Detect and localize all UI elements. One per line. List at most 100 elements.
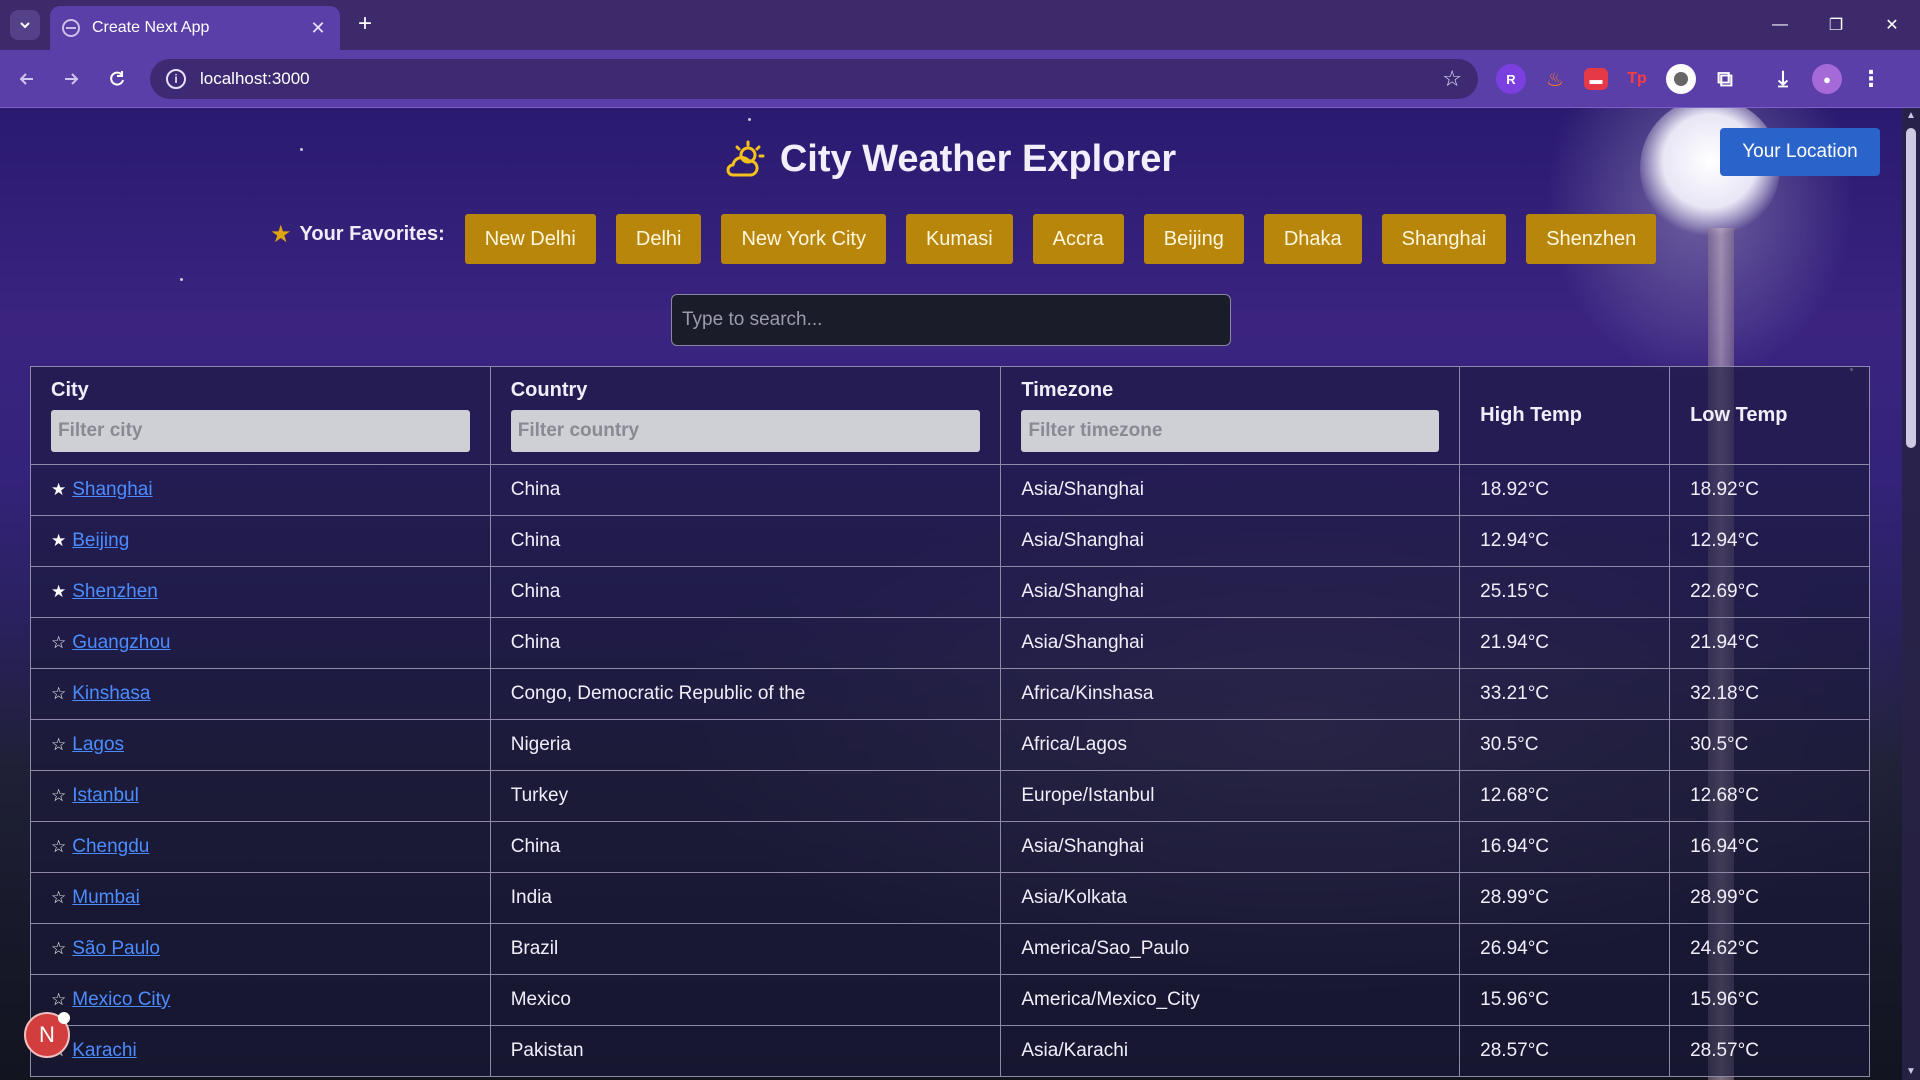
cell-low-temp: 18.92°C <box>1669 464 1870 516</box>
header-timezone: Timezone <box>1000 366 1461 465</box>
favorite-toggle-icon[interactable]: ★ <box>51 480 66 499</box>
header-country: Country <box>489 366 1002 465</box>
app-header: City Weather Explorer <box>0 138 1900 186</box>
extension-r-icon[interactable]: R <box>1496 64 1526 94</box>
cell-city: ☆ Mumbai <box>30 872 491 924</box>
scroll-up-icon[interactable]: ▲ <box>1905 110 1917 122</box>
table-row: ☆ Lagos Nigeria Africa/Lagos 30.5°C 30.5°C <box>30 719 1870 771</box>
cell-timezone: Africa/Lagos <box>1000 719 1461 771</box>
city-link[interactable]: Shenzhen <box>72 581 158 602</box>
table-row: ★ Shanghai China Asia/Shanghai 18.92°C 18.92°… <box>30 464 1870 516</box>
extension-red-icon[interactable]: ▬ <box>1584 68 1608 90</box>
browser-tab[interactable]: Create Next App ✕ <box>50 6 340 50</box>
favorite-button[interactable]: New Delhi <box>464 214 596 264</box>
favorite-toggle-icon[interactable]: ☆ <box>51 888 66 907</box>
favorite-toggle-icon[interactable]: ☆ <box>51 786 66 805</box>
reload-button[interactable] <box>102 64 132 94</box>
favorite-toggle-icon[interactable]: ★ <box>51 582 66 601</box>
your-location-button[interactable]: Your Location <box>1720 128 1880 176</box>
scroll-thumb[interactable] <box>1906 128 1916 448</box>
table-body: ★ Shanghai China Asia/Shanghai 18.92°C 18.92°… <box>30 464 1870 1077</box>
cell-city: ☆ Guangzhou <box>30 617 491 669</box>
cell-timezone: America/Sao_Paulo <box>1000 923 1461 975</box>
page-title: City Weather Explorer <box>724 138 1176 181</box>
forward-button[interactable] <box>56 64 86 94</box>
cell-low-temp: 28.99°C <box>1669 872 1870 924</box>
extension-circle-icon[interactable] <box>1666 64 1696 94</box>
favorite-toggle-icon[interactable]: ☆ <box>51 990 66 1009</box>
filter-country-input[interactable] <box>510 410 981 452</box>
profile-avatar-icon[interactable]: ● <box>1812 64 1842 94</box>
favorite-button[interactable]: Delhi <box>615 214 702 264</box>
cell-high-temp: 21.94°C <box>1459 617 1671 669</box>
favorite-button[interactable]: Shenzhen <box>1526 214 1657 264</box>
header-timezone-label: Timezone <box>1021 379 1114 401</box>
extension-tp-icon[interactable]: Tp <box>1622 64 1652 94</box>
minimize-button[interactable]: — <box>1752 0 1808 50</box>
site-info-icon[interactable]: i <box>166 69 186 89</box>
cell-high-temp: 12.94°C <box>1459 515 1671 567</box>
favorite-button[interactable]: Shanghai <box>1381 214 1507 264</box>
filter-timezone-input[interactable] <box>1021 410 1440 452</box>
city-link[interactable]: Beijing <box>72 530 129 551</box>
city-link[interactable]: Lagos <box>72 734 124 755</box>
cell-city: ★ Beijing <box>30 515 491 567</box>
favorites-bar: ★ Your Favorites: New Delhi Delhi New Yo… <box>270 214 1676 264</box>
cell-country: Pakistan <box>489 1025 1002 1077</box>
page-scrollbar[interactable]: ▲ ▼ <box>1902 108 1920 1080</box>
table-row: ☆ São Paulo Brazil America/Sao_Paulo 26.94°C… <box>30 923 1870 975</box>
favorite-button[interactable]: Beijing <box>1143 214 1244 264</box>
bookmark-star-icon[interactable]: ☆ <box>1442 66 1462 92</box>
favorite-toggle-icon[interactable]: ☆ <box>51 684 66 703</box>
table-header-row: City Country Timezone High Temp Low Temp <box>30 366 1870 465</box>
favorite-toggle-icon[interactable]: ☆ <box>51 837 66 856</box>
header-high-temp[interactable]: High Temp <box>1459 366 1671 465</box>
cell-high-temp: 16.94°C <box>1459 821 1671 873</box>
city-link[interactable]: Mexico City <box>72 989 170 1010</box>
cell-low-temp: 22.69°C <box>1669 566 1870 618</box>
cell-high-temp: 18.92°C <box>1459 464 1671 516</box>
extension-flame-icon[interactable]: ♨ <box>1540 64 1570 94</box>
browser-toolbar: i localhost:3000 ☆ R ♨ ▬ Tp ⧉ ⤓ ● ⋮ <box>0 50 1920 108</box>
city-link[interactable]: Guangzhou <box>72 632 170 653</box>
favorite-toggle-icon[interactable]: ☆ <box>51 939 66 958</box>
cell-city: ☆ Istanbul <box>30 770 491 822</box>
scroll-down-icon[interactable]: ▼ <box>1905 1066 1917 1078</box>
cell-low-temp: 16.94°C <box>1669 821 1870 873</box>
city-link[interactable]: Shanghai <box>72 479 152 500</box>
city-link[interactable]: Mumbai <box>72 887 140 908</box>
new-tab-button[interactable]: + <box>352 12 378 38</box>
favorite-toggle-icon[interactable]: ★ <box>51 531 66 550</box>
city-link[interactable]: Kinshasa <box>72 683 150 704</box>
extensions-puzzle-icon[interactable]: ⧉ <box>1710 64 1740 94</box>
favorite-button[interactable]: Kumasi <box>905 214 1013 264</box>
city-link[interactable]: São Paulo <box>72 938 160 959</box>
favorite-toggle-icon[interactable]: ☆ <box>51 633 66 652</box>
cell-timezone: Asia/Shanghai <box>1000 566 1461 618</box>
city-link[interactable]: Chengdu <box>72 836 149 857</box>
header-low-temp[interactable]: Low Temp <box>1669 366 1870 465</box>
header-city-label: City <box>51 379 89 401</box>
cell-city: ★ Shenzhen <box>30 566 491 618</box>
favorite-button[interactable]: Accra <box>1032 214 1124 264</box>
download-icon[interactable]: ⤓ <box>1768 64 1798 94</box>
restore-button[interactable]: ❐ <box>1808 0 1864 50</box>
search-input[interactable] <box>671 294 1231 346</box>
cell-timezone: Europe/Istanbul <box>1000 770 1461 822</box>
table-row: ★ Beijing China Asia/Shanghai 12.94°C 12.94°C <box>30 515 1870 567</box>
tab-close-icon[interactable]: ✕ <box>308 18 328 39</box>
window-close-button[interactable]: ✕ <box>1864 0 1920 50</box>
url-text[interactable]: localhost:3000 <box>200 69 1442 89</box>
favorite-toggle-icon[interactable]: ☆ <box>51 735 66 754</box>
city-link[interactable]: Istanbul <box>72 785 139 806</box>
favorite-button[interactable]: New York City <box>721 214 886 264</box>
address-bar[interactable]: i localhost:3000 ☆ <box>150 59 1478 99</box>
more-menu-icon[interactable]: ⋮ <box>1856 64 1886 94</box>
favorite-button[interactable]: Dhaka <box>1263 214 1362 264</box>
city-link[interactable]: Karachi <box>72 1040 136 1061</box>
table-row: ☆ Istanbul Turkey Europe/Istanbul 12.68°C 12.… <box>30 770 1870 822</box>
cell-low-temp: 15.96°C <box>1669 974 1870 1026</box>
filter-city-input[interactable] <box>51 410 470 452</box>
back-button[interactable] <box>12 64 42 94</box>
tab-search-button[interactable] <box>10 10 40 40</box>
